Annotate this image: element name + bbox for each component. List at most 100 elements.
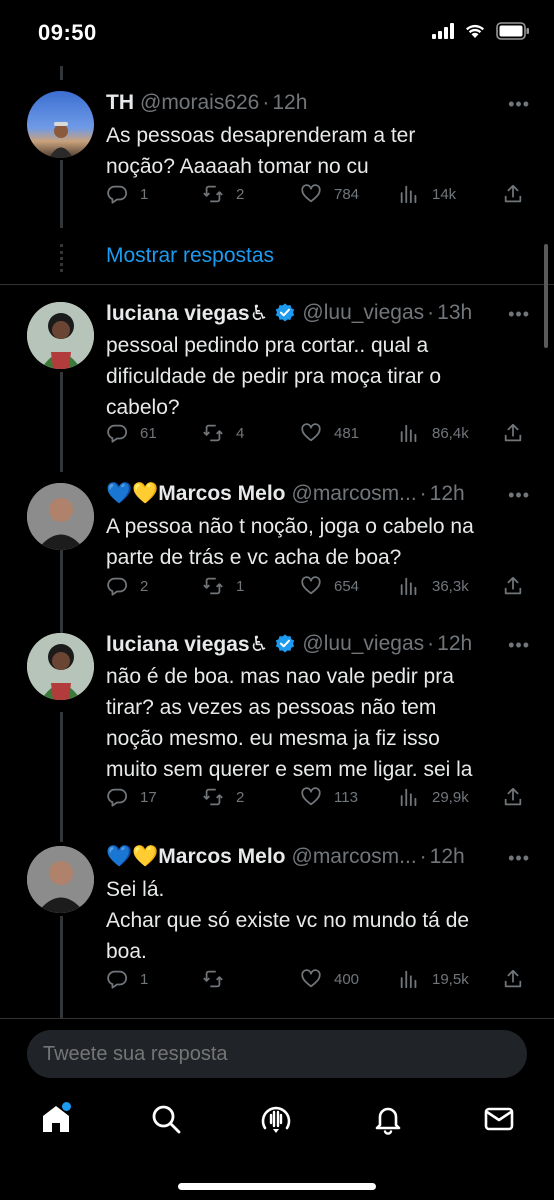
retweet-count: 2 (236, 185, 245, 203)
reply-button[interactable]: 2 (106, 575, 148, 597)
timestamp[interactable]: 13h (437, 301, 472, 325)
share-icon (504, 969, 522, 988)
like-button[interactable]: 481 (300, 422, 359, 444)
reply-icon (107, 788, 128, 807)
separator-dot: · (262, 91, 270, 114)
reply-button[interactable]: 1 (106, 968, 148, 990)
like-button[interactable]: 113 (300, 786, 358, 808)
share-button[interactable] (502, 183, 536, 205)
handle[interactable]: @marcosm... (292, 482, 417, 506)
more-icon[interactable]: ••• (508, 304, 530, 325)
views-button[interactable]: 29,9k (398, 786, 469, 808)
retweet-button[interactable]: 1 (202, 575, 244, 597)
avatar[interactable] (27, 483, 94, 550)
display-name[interactable]: luciana viegas♿ (106, 632, 268, 657)
avatar[interactable] (27, 91, 94, 158)
views-button[interactable]: 19,5k (398, 968, 469, 990)
more-icon[interactable]: ••• (508, 94, 530, 115)
tweet-actions: 1 400 19,5k (106, 968, 526, 996)
like-count: 784 (334, 185, 360, 203)
handle[interactable]: @morais626 (140, 91, 259, 115)
avatar[interactable] (27, 846, 94, 913)
retweet-button[interactable]: 2 (202, 183, 244, 205)
like-icon (301, 787, 321, 806)
display-name[interactable]: 💙💛Marcos Melo (106, 482, 286, 506)
retweet-count: 4 (236, 424, 245, 442)
retweet-icon (203, 577, 223, 595)
reply-count: 2 (140, 577, 149, 595)
reply-icon (107, 577, 128, 596)
like-icon (301, 969, 321, 988)
retweet-count: 1 (236, 577, 245, 595)
tweet[interactable]: 💙💛Marcos Melo @marcosm... · 12h ••• A pe… (0, 475, 554, 625)
avatar[interactable] (27, 633, 94, 700)
more-icon[interactable]: ••• (508, 848, 530, 869)
share-icon (504, 576, 522, 595)
reply-icon (107, 970, 128, 989)
verified-badge-icon (276, 303, 295, 322)
scrollbar[interactable] (544, 244, 548, 348)
reply-bar[interactable] (27, 1030, 527, 1078)
share-button[interactable] (502, 422, 536, 444)
like-icon (301, 184, 321, 203)
views-count: 19,5k (432, 970, 469, 988)
notifications-icon[interactable] (371, 1102, 405, 1136)
tweet[interactable]: luciana viegas♿ @luu_viegas · 13h ••• pe… (0, 285, 554, 475)
reply-button[interactable]: 61 (106, 422, 157, 444)
thread-line (60, 244, 63, 272)
retweet-button[interactable] (202, 968, 236, 990)
display-name[interactable]: TH (106, 91, 134, 115)
views-count: 86,4k (432, 424, 469, 442)
handle[interactable]: @luu_viegas (302, 632, 424, 656)
share-icon (504, 787, 522, 806)
handle[interactable]: @marcosm... (292, 845, 417, 869)
tweet-text: pessoal pedindo pra cortar.. qual a difi… (106, 334, 442, 419)
show-replies-link[interactable]: Mostrar respostas (106, 244, 274, 268)
like-icon (301, 576, 321, 595)
spaces-icon[interactable] (259, 1102, 293, 1136)
views-button[interactable]: 14k (398, 183, 456, 205)
avatar-photo (27, 846, 94, 913)
tweet-text: A pessoa não t noção, joga o cabelo na p… (106, 515, 474, 569)
handle[interactable]: @luu_viegas (302, 301, 424, 325)
search-icon[interactable] (149, 1102, 183, 1136)
views-icon (400, 970, 417, 989)
messages-icon[interactable] (482, 1102, 516, 1136)
display-name[interactable]: 💙💛Marcos Melo (106, 845, 286, 869)
avatar-photo (27, 633, 94, 700)
retweet-button[interactable]: 4 (202, 422, 244, 444)
share-button[interactable] (502, 575, 536, 597)
display-name[interactable]: luciana viegas♿ (106, 301, 268, 326)
tweet[interactable]: luciana viegas♿ @luu_viegas · 12h ••• nã… (0, 625, 554, 835)
views-button[interactable]: 86,4k (398, 422, 469, 444)
like-button[interactable]: 654 (300, 575, 359, 597)
tweet-actions: 2 1 654 36,3k (106, 575, 526, 603)
home-badge-dot (62, 1102, 71, 1111)
reply-button[interactable]: 17 (106, 786, 157, 808)
share-button[interactable] (502, 786, 536, 808)
reply-icon (107, 424, 128, 443)
views-count: 29,9k (432, 788, 469, 806)
timestamp[interactable]: 12h (437, 632, 472, 656)
tweet[interactable]: 💙💛Marcos Melo @marcosm... · 12h ••• Sei … (0, 835, 554, 1015)
more-icon[interactable]: ••• (508, 485, 530, 506)
like-button[interactable]: 784 (300, 183, 359, 205)
views-icon (400, 424, 417, 443)
retweet-icon (203, 788, 223, 806)
home-indicator[interactable] (178, 1183, 376, 1190)
reply-button[interactable]: 1 (106, 183, 148, 205)
timestamp[interactable]: 12h (430, 845, 465, 869)
views-count: 14k (432, 185, 457, 203)
tweet-actions: 61 4 481 86,4k (106, 422, 526, 450)
reply-input[interactable] (43, 1030, 503, 1078)
views-button[interactable]: 36,3k (398, 575, 469, 597)
more-icon[interactable]: ••• (508, 635, 530, 656)
share-button[interactable] (502, 968, 536, 990)
timestamp[interactable]: 12h (272, 91, 307, 115)
retweet-button[interactable]: 2 (202, 786, 244, 808)
like-button[interactable]: 400 (300, 968, 359, 990)
like-icon (301, 423, 321, 442)
timestamp[interactable]: 12h (430, 482, 465, 506)
avatar[interactable] (27, 302, 94, 369)
tweet[interactable]: TH @morais626 · 12h ••• As pessoas desap… (0, 0, 554, 230)
